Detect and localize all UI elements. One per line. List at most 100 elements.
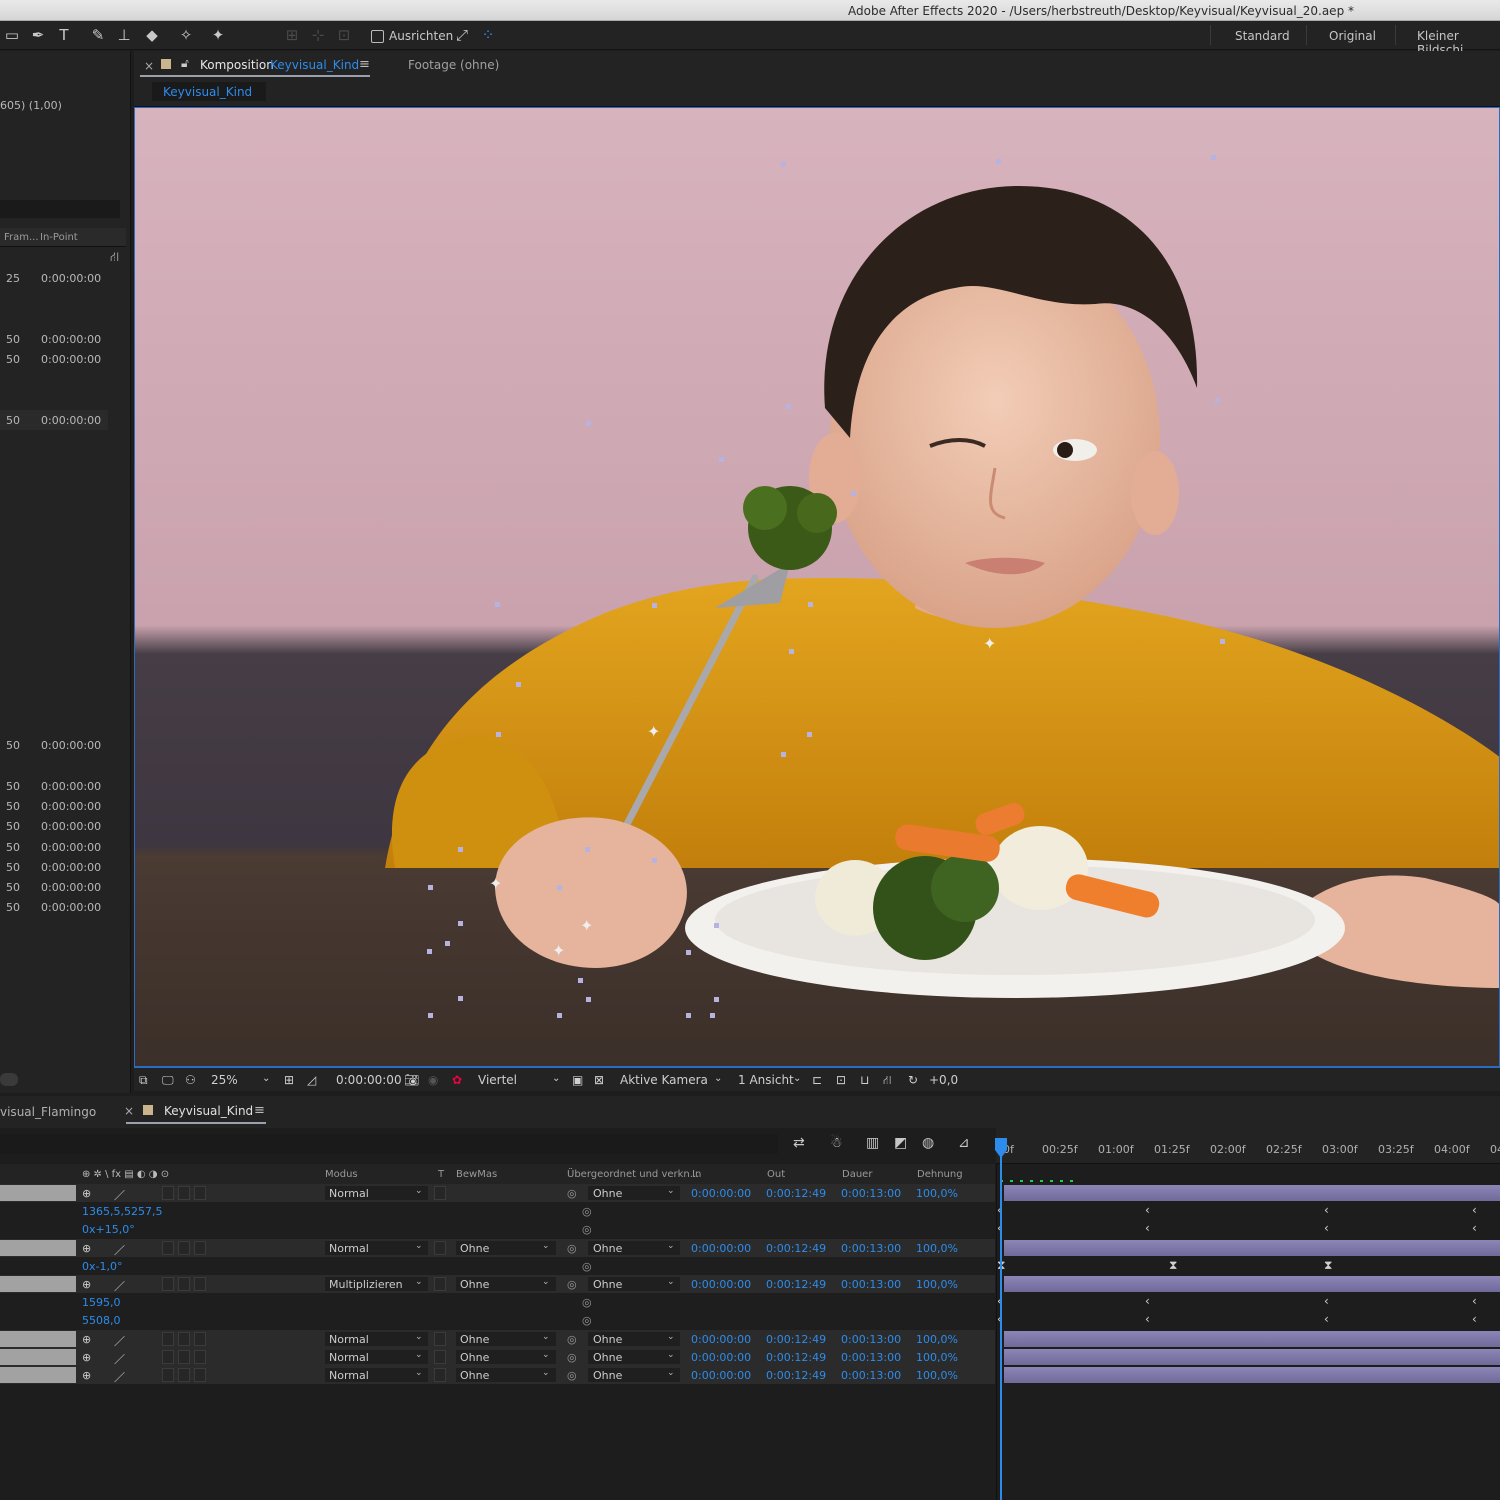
layer-label-color[interactable] <box>0 1276 76 1292</box>
puppet-pin-icon[interactable]: ✦ <box>489 874 502 893</box>
duration[interactable]: 0:00:13:00 <box>841 1333 901 1346</box>
keyframe[interactable]: ‹ <box>1145 1221 1150 1235</box>
keyframe[interactable]: ‹ <box>1145 1312 1150 1326</box>
composition-mini-flowchart-icon[interactable]: ⇄ <box>793 1135 805 1151</box>
keyframe[interactable]: ‹ <box>1472 1203 1477 1217</box>
mask-vertex[interactable] <box>578 978 583 983</box>
timeline-graph-area[interactable] <box>996 1128 1500 1500</box>
mask-vertex[interactable] <box>586 997 591 1002</box>
always-preview-icon[interactable]: ⧉ <box>139 1073 148 1088</box>
out-point[interactable]: 0:00:12:49 <box>766 1242 826 1255</box>
mode-select[interactable]: Multiplizieren ⌄ <box>325 1277 428 1291</box>
chevron-down-icon[interactable]: ⌄ <box>552 1073 560 1084</box>
column-in[interactable]: In <box>692 1169 701 1180</box>
frame-blending-icon[interactable]: ▥ <box>866 1135 879 1151</box>
resolution-select[interactable]: Viertel <box>478 1073 517 1087</box>
mode-select[interactable]: Normal ⌄ <box>325 1350 428 1364</box>
duration[interactable]: 0:00:13:00 <box>841 1187 901 1200</box>
close-tab-icon[interactable]: × <box>144 59 154 73</box>
mask-vertex[interactable] <box>1220 639 1225 644</box>
mode-select[interactable]: Normal ⌄ <box>325 1368 428 1382</box>
puppet-pin-icon[interactable]: ✦ <box>552 941 565 960</box>
pick-whip-icon[interactable]: ◎ <box>567 1333 577 1346</box>
stretch[interactable]: 100,0% <box>916 1187 958 1200</box>
mask-vertex[interactable] <box>428 1013 433 1018</box>
pick-whip-icon[interactable]: ◎ <box>567 1278 577 1291</box>
pick-whip-icon[interactable]: ◎ <box>582 1296 592 1309</box>
layer-duration-bar[interactable] <box>1004 1240 1500 1256</box>
tab-keyvisual-flamingo[interactable]: visual_Flamingo <box>0 1105 96 1119</box>
reset-exposure-icon[interactable]: ↻ <box>908 1073 918 1087</box>
parent-select[interactable]: Ohne ⌄ <box>588 1186 680 1200</box>
property-value[interactable]: 0x+15,0° <box>82 1223 135 1236</box>
mask-vertex[interactable] <box>710 1013 715 1018</box>
mask-vertex[interactable] <box>428 885 433 890</box>
list-item[interactable]: 50 0:00:00:00 <box>0 329 108 349</box>
mask-vertex[interactable] <box>652 603 657 608</box>
out-point[interactable]: 0:00:12:49 <box>766 1351 826 1364</box>
shy-switch-icon[interactable]: ⊕ <box>82 1369 91 1382</box>
layer-label-color[interactable] <box>0 1331 76 1347</box>
keyframe[interactable]: ‹ <box>1324 1221 1329 1235</box>
mask-vertex[interactable] <box>458 847 463 852</box>
shy-switch-icon[interactable]: ⊕ <box>82 1333 91 1346</box>
roto-brush-icon[interactable]: ✧ <box>176 26 196 44</box>
stretch[interactable]: 100,0% <box>916 1333 958 1346</box>
mask-vertex[interactable] <box>714 997 719 1002</box>
close-tab-icon[interactable]: × <box>124 1104 134 1118</box>
layer-duration-bar[interactable] <box>1004 1185 1500 1201</box>
column-bewmas[interactable]: BewMas <box>456 1169 497 1180</box>
axis-local-icon[interactable]: ⊞ <box>282 26 302 44</box>
keyframe[interactable]: ‹ <box>1324 1312 1329 1326</box>
eraser-tool-icon[interactable]: ◆ <box>142 26 162 44</box>
list-item[interactable]: 50 0:00:00:00 <box>0 857 108 877</box>
column-dehnung[interactable]: Dehnung <box>917 1169 963 1180</box>
axis-view-icon[interactable]: ⊡ <box>334 26 354 44</box>
layer-label-color[interactable] <box>0 1185 76 1201</box>
out-point[interactable]: 0:00:12:49 <box>766 1187 826 1200</box>
keyframe-editor-icon[interactable]: ⊿ <box>958 1135 970 1151</box>
duration[interactable]: 0:00:13:00 <box>841 1369 901 1382</box>
timeline-icon[interactable]: ⊔ <box>860 1073 869 1087</box>
parent-select[interactable]: Ohne ⌄ <box>588 1277 680 1291</box>
mask-vertex[interactable] <box>781 162 786 167</box>
stretch[interactable]: 100,0% <box>916 1242 958 1255</box>
table-row[interactable]: ⊕ ／ Normal ⌄ Ohne ⌄ ◎ Ohne ⌄ 0:00:00:00 0:0… <box>0 1330 995 1348</box>
footage-tab[interactable]: Footage (ohne) <box>408 58 499 72</box>
pick-whip-icon[interactable]: ◎ <box>567 1369 577 1382</box>
table-row[interactable]: ⊕ ／ Normal ⌄ Ohne ⌄ ◎ Ohne ⌄ 0:00:00:00 0:0… <box>0 1239 995 1257</box>
layer-duration-bar[interactable] <box>1004 1349 1500 1365</box>
parent-select[interactable]: Ohne ⌄ <box>588 1368 680 1382</box>
out-point[interactable]: 0:00:12:49 <box>766 1369 826 1382</box>
list-item[interactable]: 50 0:00:00:00 <box>0 735 108 755</box>
table-row[interactable]: ⊕ ／ Normal ⌄ Ohne ⌄ ◎ Ohne ⌄ 0:00:00:00 0:0… <box>0 1348 995 1366</box>
property-value[interactable]: 0x-1,0° <box>82 1260 122 1273</box>
toggle-pixel-aspect-icon[interactable]: ⊏ <box>812 1073 822 1087</box>
chevron-down-icon[interactable]: ⌄ <box>262 1073 270 1084</box>
duration[interactable]: 0:00:13:00 <box>841 1242 901 1255</box>
flowchart-icon[interactable]: ⛙ <box>110 250 119 267</box>
table-row[interactable]: ⊕ ／ Normal ⌄ ◎ Ohne ⌄ 0:00:00:00 0:00:12:4… <box>0 1184 995 1202</box>
mask-vertex[interactable] <box>445 941 450 946</box>
shy-layers-icon[interactable]: ☃ <box>830 1135 843 1151</box>
track-matte-select[interactable]: Ohne ⌄ <box>456 1350 556 1364</box>
channels-icon[interactable]: ✿ <box>452 1073 462 1087</box>
views-select[interactable]: 1 Ansicht <box>738 1073 794 1087</box>
puppet-pin-icon[interactable]: ✦ <box>983 634 996 653</box>
transparency-grid-icon[interactable]: ⊠ <box>594 1073 604 1087</box>
current-time[interactable]: 0:00:00:00 <box>336 1073 402 1087</box>
layer-duration-bar[interactable] <box>1004 1276 1500 1292</box>
axis-world-icon[interactable]: ⊹ <box>308 26 328 44</box>
puppet-pin-icon[interactable]: ✦ <box>580 916 593 935</box>
mask-vertex[interactable] <box>786 404 791 409</box>
shy-switch-icon[interactable]: ⊕ <box>82 1242 91 1255</box>
lock-icon[interactable]: 🔓︎ <box>181 56 189 71</box>
composition-tab-name[interactable]: Keyvisual_Kind <box>270 58 359 72</box>
list-item[interactable]: 50 0:00:00:00 <box>0 410 108 430</box>
table-row[interactable]: 0x+15,0° ◎ <box>0 1220 995 1238</box>
shy-switch-icon[interactable]: ⊕ <box>82 1278 91 1291</box>
in-point[interactable]: 0:00:00:00 <box>691 1278 751 1291</box>
rectangle-tool-icon[interactable]: ▭ <box>2 26 22 44</box>
monitor-icon[interactable]: 🖵︎ <box>162 1073 174 1088</box>
tab-keyvisual-kind[interactable]: Keyvisual_Kind <box>164 1104 253 1118</box>
